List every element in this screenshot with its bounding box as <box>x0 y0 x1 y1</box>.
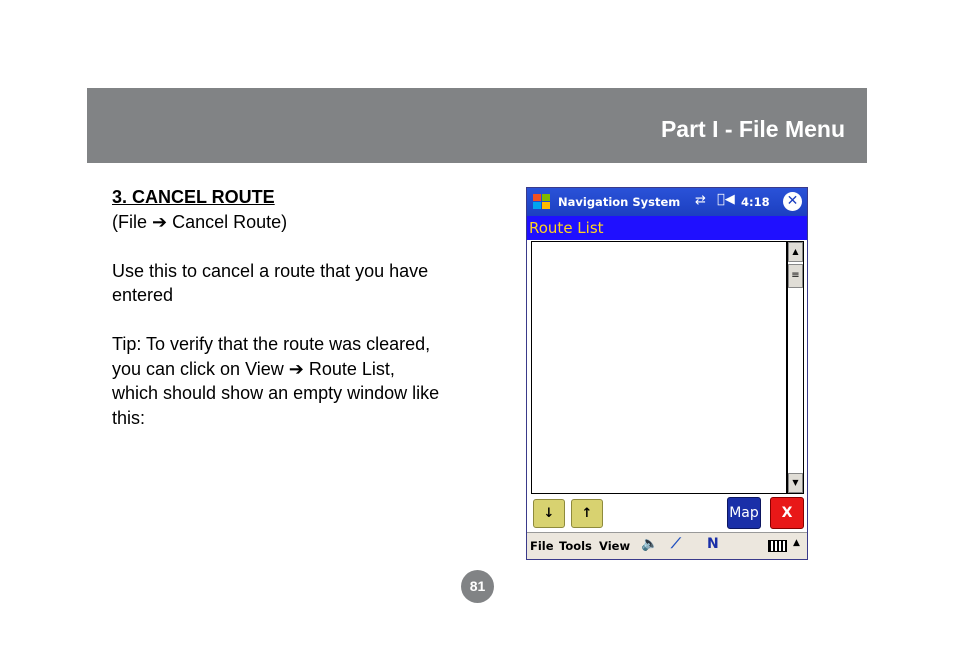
input-menu-arrow-icon[interactable]: ▲ <box>793 538 800 548</box>
satellite-icon[interactable]: ⟋ <box>671 536 681 552</box>
menu-path: (File ➔ Cancel Route) <box>112 211 288 232</box>
menu-tools[interactable]: Tools <box>559 539 592 553</box>
volume-icon[interactable]: ◀ׅ <box>717 192 735 207</box>
compass-north-icon[interactable]: N <box>707 536 719 552</box>
speaker-icon[interactable]: 🔈 <box>641 536 658 552</box>
route-list-title: Route List <box>529 219 604 237</box>
close-icon[interactable]: ✕ <box>783 192 802 211</box>
scroll-thumb[interactable]: ≡ <box>788 264 803 288</box>
route-list-box[interactable] <box>531 241 787 494</box>
menu-view[interactable]: View <box>599 539 630 553</box>
tip: Tip: To verify that the route was cleare… <box>112 334 440 428</box>
page-number: 81 <box>461 570 494 603</box>
scroll-up-button[interactable]: ▲ <box>788 242 803 262</box>
move-down-button[interactable]: ↓ <box>533 499 565 528</box>
description: Use this to cancel a route that you have… <box>112 260 429 306</box>
keyboard-icon[interactable] <box>768 540 787 552</box>
close-list-button[interactable]: X <box>770 497 804 529</box>
body-text: 3. CANCEL ROUTE (File ➔ Cancel Route) Us… <box>112 185 442 430</box>
move-up-button[interactable]: ↑ <box>571 499 603 528</box>
menu-file[interactable]: File <box>530 539 554 553</box>
header-band: Part I - File Menu <box>87 88 867 163</box>
section-heading: 3. CANCEL ROUTE <box>112 187 275 207</box>
scroll-down-button[interactable]: ▼ <box>788 473 803 493</box>
app-title: Navigation System <box>558 195 681 209</box>
windows-start-icon[interactable] <box>531 192 553 212</box>
connectivity-icon[interactable]: ⇄ <box>695 193 706 208</box>
menu-bar: File Tools View 🔈 ⟋ N ▲ <box>527 532 807 559</box>
scrollbar[interactable]: ▲ ≡ ▼ <box>787 241 804 494</box>
page-title: Part I - File Menu <box>660 116 845 142</box>
pda-screenshot: Navigation System ⇄ ◀ׅ 4:18 ✕ Route List… <box>526 187 808 560</box>
route-list-header: Route List <box>527 216 807 240</box>
pda-titlebar: Navigation System ⇄ ◀ׅ 4:18 ✕ <box>527 188 807 216</box>
map-button[interactable]: Map <box>727 497 761 529</box>
clock[interactable]: 4:18 <box>741 195 770 209</box>
